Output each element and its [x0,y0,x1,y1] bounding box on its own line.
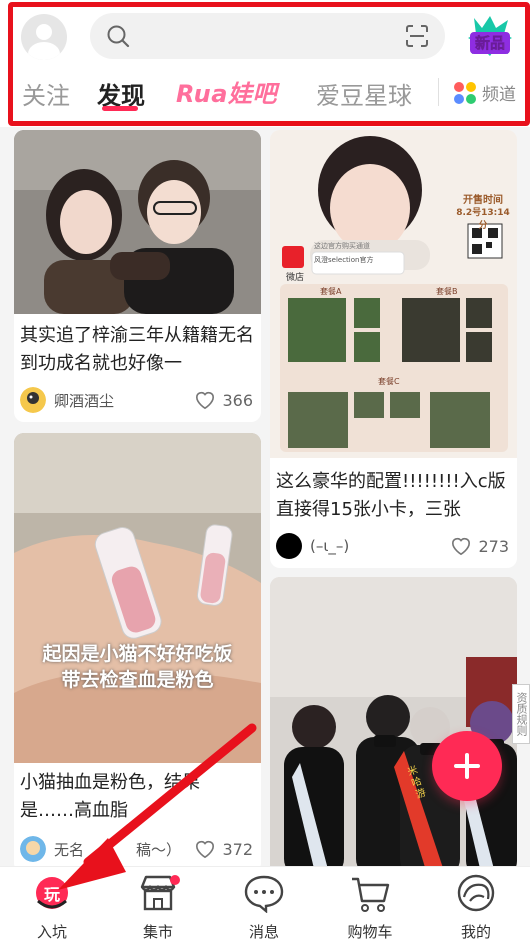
author-name[interactable]: 卿酒酒尘 [54,390,194,411]
post-title-line-2: 是……高血脂 [20,800,128,821]
post-image: 起因是小猫不好好吃饭 带去检查血是粉色 [14,433,261,763]
author-avatar[interactable] [276,533,302,559]
overlay-line-1: 起因是小猫不好好吃饭 [42,643,233,665]
like-count: 273 [478,536,509,556]
post-image: 米哈游 [270,577,517,877]
package-b-label: 套餐B [436,287,458,296]
nav-label: 集市 [142,923,173,941]
feed-card[interactable]: 开售时间 8.2号13:14分 微店 风澄selection官方 这边官方购买通… [270,130,517,568]
play-icon-text: 玩 [43,885,60,904]
feed-card[interactable]: 其实追了梓渝三年从籍籍无名到功成名就也好像一 卿酒酒尘 366 [14,130,261,422]
channel-icon [454,81,476,104]
author-name[interactable]: (–ι_–) [310,537,450,555]
post-meta: (–ι_–) 273 [276,532,509,560]
nav-item-cart[interactable]: 购物车 [330,873,410,942]
nav-label: 购物车 [347,923,393,941]
search-bar[interactable] [90,13,445,59]
avatar-body [28,42,60,60]
channel-label: 频道 [482,85,516,105]
author-name[interactable]: 无名 稿～） [54,839,194,860]
user-avatar[interactable] [21,14,67,60]
post-meta: 无名 稿～） 372 [20,835,253,863]
image-overlay-text: 起因是小猫不好好吃饭 带去检查血是粉色 [14,641,261,693]
nav-item-market[interactable]: 集市 [118,873,198,942]
author-name-start: 无名 [54,840,85,859]
active-tab-indicator [102,106,138,111]
nav-item-enter[interactable]: 玩 入坑 [12,873,92,942]
author-avatar[interactable] [20,836,46,862]
like-button[interactable]: 273 [450,536,509,556]
store-label: 微店 [285,273,304,283]
heart-icon [196,391,215,410]
sale-time: 8.2号13:14分 [456,208,510,231]
app-screen: 新品 关注 发现 Rua娃吧 爱豆星球 频道 其实追了梓渝三年从籍籍无名到功成名… [0,0,530,943]
package-c-label: 套餐C [378,377,400,386]
scan-icon[interactable] [405,24,429,48]
nav-label: 消息 [248,923,279,941]
new-products-badge[interactable]: 新品 [468,16,512,56]
like-button[interactable]: 372 [194,839,253,859]
avatar-head [36,24,52,40]
like-count: 366 [222,390,253,410]
post-title: 小猫抽血是粉色，结果 是……高血脂 [20,769,255,825]
feed-card[interactable]: 米哈游 [270,577,517,877]
market-icon [136,873,180,913]
post-title: 其实追了梓渝三年从籍籍无名到功成名就也好像一 [20,325,254,374]
author-avatar[interactable] [20,387,46,413]
like-button[interactable]: 366 [194,390,253,410]
tab-divider [438,78,439,106]
create-post-button[interactable] [432,731,502,801]
tab-follow[interactable]: 关注 [22,76,70,111]
sale-title: 开售时间 [463,195,503,206]
post-meta: 卿酒酒尘 366 [20,386,253,414]
post-title: 这么豪华的配置!!!!!!!!入c版直接得15张小卡，三张 [276,471,506,520]
nav-item-me[interactable]: 我的 [436,873,516,942]
play-icon: 玩 [30,873,74,913]
post-image [14,130,261,314]
profile-icon [454,873,498,913]
overlay-line-2: 带去检查血是粉色 [61,669,214,691]
top-header: 新品 关注 发现 Rua娃吧 爱豆星球 频道 [0,0,530,127]
package-a-label: 套餐A [320,287,342,296]
channel-button[interactable]: 频道 [454,80,516,105]
sale-info: 开售时间 8.2号13:14分 [456,194,510,233]
store-name: 风澄selection官方 [314,256,374,264]
nav-label: 我的 [460,923,491,941]
like-count: 372 [222,839,253,859]
bottom-nav: 玩 入坑 集市 消息 购物车 我的 [0,866,530,943]
tab-idol-planet[interactable]: 爱豆星球 [316,76,412,111]
qualification-rules-tag[interactable]: 资质规则 [512,684,530,744]
feed-card[interactable]: 起因是小猫不好好吃饭 带去检查血是粉色 小猫抽血是粉色，结果 是……高血脂 无名… [14,433,261,873]
heart-icon [196,840,215,859]
post-image: 开售时间 8.2号13:14分 微店 风澄selection官方 这边官方购买通… [270,130,517,458]
nav-label: 入坑 [36,923,67,941]
message-icon [242,873,286,914]
post-title-line-1: 小猫抽血是粉色，结果 [20,772,200,793]
tab-rua-doll[interactable]: Rua娃吧 [176,74,277,109]
cart-icon [348,873,392,913]
notification-dot [170,875,180,885]
store-subtitle: 这边官方购买通道 [314,242,370,250]
author-name-end: 稿～） [136,840,182,859]
new-badge-text: 新品 [474,34,506,53]
heart-icon [452,537,471,556]
nav-item-messages[interactable]: 消息 [224,873,304,942]
search-icon [107,25,130,48]
